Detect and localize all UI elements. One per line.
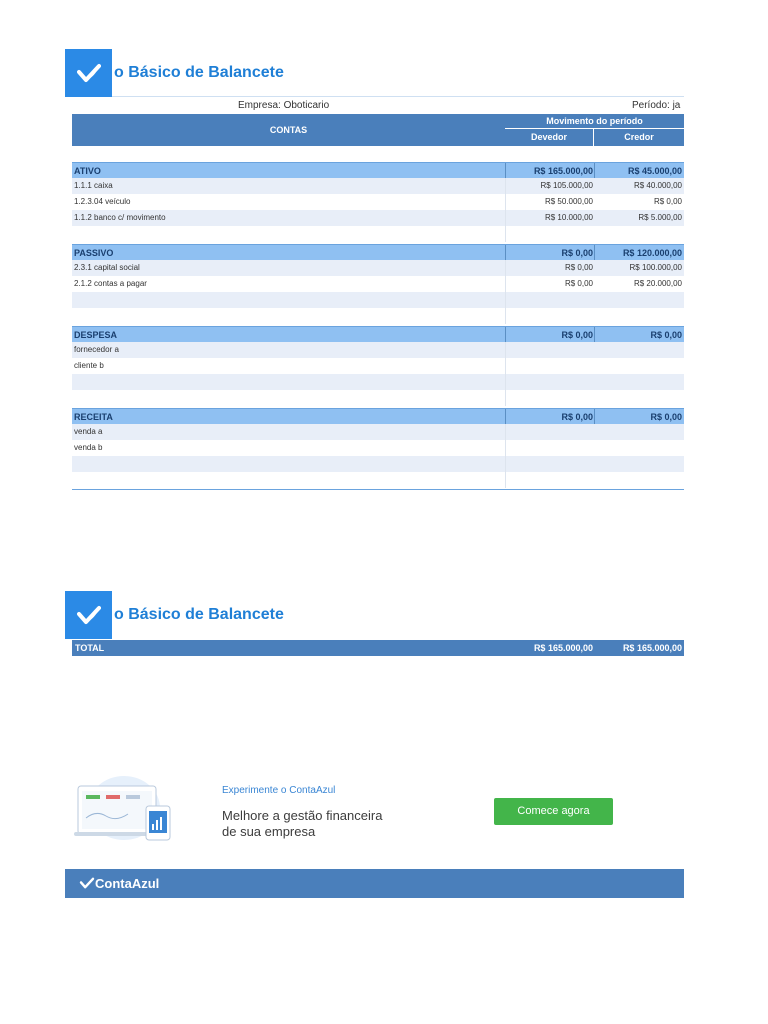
contaazul-logo: [65, 591, 112, 639]
table-row: 1.1.1 caixa R$ 105.000,00 R$ 40.000,00: [72, 178, 684, 194]
section-debit: R$ 165.000,00: [533, 166, 593, 176]
table-row: fornecedor a: [72, 342, 684, 358]
col-header-debit: Devedor: [505, 129, 593, 146]
table-row: venda a: [72, 424, 684, 440]
table-row-empty: [72, 472, 684, 488]
total-credit: R$ 165.000,00: [622, 643, 682, 653]
section-debit: R$ 0,00: [561, 248, 593, 258]
account-cell: 2.3.1 capital social: [74, 263, 140, 272]
section-credit: R$ 120.000,00: [622, 248, 682, 258]
promo-headline-line2: de sua empresa: [222, 824, 316, 839]
credit-cell: R$ 40.000,00: [633, 181, 682, 190]
credit-cell: R$ 5.000,00: [638, 213, 682, 222]
section-credit: R$ 0,00: [650, 412, 682, 422]
col-header-accounts: CONTAS: [72, 114, 505, 146]
total-debit: R$ 165.000,00: [533, 643, 593, 653]
footer-brand[interactable]: ContaAzul: [79, 869, 159, 898]
credit-cell: R$ 0,00: [653, 197, 682, 206]
debit-cell: R$ 10.000,00: [544, 213, 593, 222]
dashboard-devices-illustration: [74, 776, 171, 841]
section-row-ativo: ATIVO R$ 165.000,00 R$ 45.000,00: [72, 162, 684, 179]
table-row: 1.2.3.04 veículo R$ 50.000,00 R$ 0,00: [72, 194, 684, 210]
account-cell: 1.1.1 caixa: [74, 181, 113, 190]
total-label: TOTAL: [75, 643, 105, 653]
promo-headline: Melhore a gestão financeira de sua empre…: [222, 808, 382, 840]
table-row-empty: [72, 308, 684, 324]
section-name: RECEITA: [74, 412, 113, 422]
total-row: TOTAL R$ 165.000,00 R$ 165.000,00: [72, 640, 684, 656]
table-row-empty: [72, 292, 684, 308]
title-divider: [112, 96, 684, 97]
section-debit: R$ 0,00: [561, 330, 593, 340]
table-row: 2.3.1 capital social R$ 0,00 R$ 100.000,…: [72, 260, 684, 276]
section-name: ATIVO: [74, 166, 101, 176]
debit-cell: R$ 0,00: [564, 263, 593, 272]
table-row: 2.1.2 contas a pagar R$ 0,00 R$ 20.000,0…: [72, 276, 684, 292]
section-name: DESPESA: [74, 330, 118, 340]
table-row: 1.1.2 banco c/ movimento R$ 10.000,00 R$…: [72, 210, 684, 226]
account-cell: cliente b: [74, 361, 104, 370]
table-row: cliente b: [72, 358, 684, 374]
table-row-empty: [72, 390, 684, 406]
section-debit: R$ 0,00: [561, 412, 593, 422]
debit-cell: R$ 105.000,00: [540, 181, 594, 190]
account-cell: 1.2.3.04 veículo: [74, 197, 131, 206]
col-header-credit: Credor: [594, 129, 684, 146]
credit-cell: R$ 100.000,00: [629, 263, 683, 272]
debit-cell: R$ 0,00: [564, 279, 593, 288]
col-header-movement: Movimento do período: [505, 114, 684, 128]
promo-kicker: Experimente o ContaAzul: [222, 785, 336, 796]
account-cell: 2.1.2 contas a pagar: [74, 279, 147, 288]
table-row-empty: [72, 456, 684, 472]
credit-cell: R$ 20.000,00: [633, 279, 682, 288]
section-name: PASSIVO: [74, 248, 114, 258]
start-now-button[interactable]: Comece agora: [494, 798, 613, 825]
section-row-passivo: PASSIVO R$ 0,00 R$ 120.000,00: [72, 244, 684, 261]
account-cell: venda b: [74, 443, 103, 452]
section-credit: R$ 45.000,00: [627, 166, 682, 176]
debit-cell: R$ 50.000,00: [544, 197, 593, 206]
section-row-receita: RECEITA R$ 0,00 R$ 0,00: [72, 408, 684, 425]
page-title: o Básico de Balancete: [114, 64, 284, 81]
table-bottom-border: [72, 489, 684, 490]
table-row-empty: [72, 226, 684, 242]
section-row-despesa: DESPESA R$ 0,00 R$ 0,00: [72, 326, 684, 343]
check-leaf-icon: [76, 606, 101, 624]
account-cell: fornecedor a: [74, 345, 119, 354]
section-credit: R$ 0,00: [650, 330, 682, 340]
account-cell: 1.1.2 banco c/ movimento: [74, 213, 166, 222]
table-row-empty: [72, 374, 684, 390]
footer-bar: ContaAzul: [65, 869, 684, 898]
check-leaf-icon: [79, 877, 95, 889]
account-cell: venda a: [74, 427, 103, 436]
brand-name: ContaAzul: [95, 876, 160, 891]
check-leaf-icon: [76, 64, 101, 82]
page-title: o Básico de Balancete: [114, 606, 284, 623]
promo-headline-line1: Melhore a gestão financeira: [222, 808, 383, 823]
contaazul-logo: [65, 49, 112, 97]
table-row: venda b: [72, 440, 684, 456]
